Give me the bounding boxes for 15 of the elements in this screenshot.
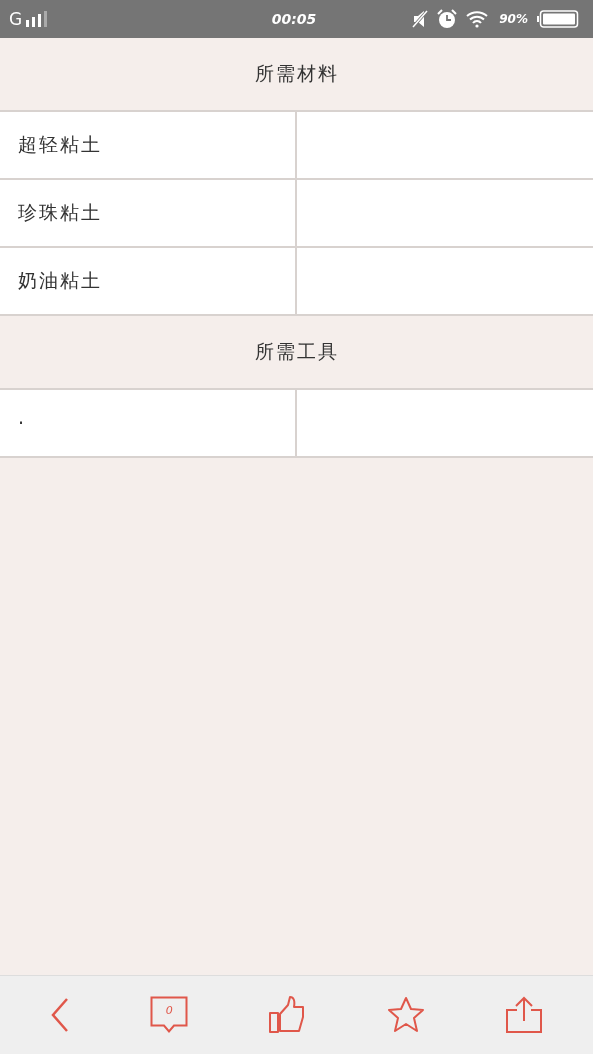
share-icon[interactable] bbox=[504, 996, 543, 1034]
back-icon[interactable] bbox=[50, 997, 71, 1033]
comment-button[interactable]: 0 bbox=[150, 996, 189, 1034]
network-type: G bbox=[9, 9, 23, 29]
mute-icon bbox=[412, 10, 429, 28]
table-cell: 奶油粘土 bbox=[0, 248, 297, 314]
battery-percent: 90% bbox=[499, 12, 528, 26]
thumbs-up-icon[interactable] bbox=[268, 996, 307, 1034]
table-cell: 珍珠粘土 bbox=[0, 180, 297, 246]
clock: 00:05 bbox=[271, 11, 317, 27]
battery-icon bbox=[537, 10, 579, 28]
table-cell: · bbox=[0, 390, 297, 456]
star-icon[interactable] bbox=[386, 996, 425, 1034]
table-cell: 超轻粘土 bbox=[0, 112, 297, 178]
alarm-clock-icon bbox=[437, 9, 458, 29]
